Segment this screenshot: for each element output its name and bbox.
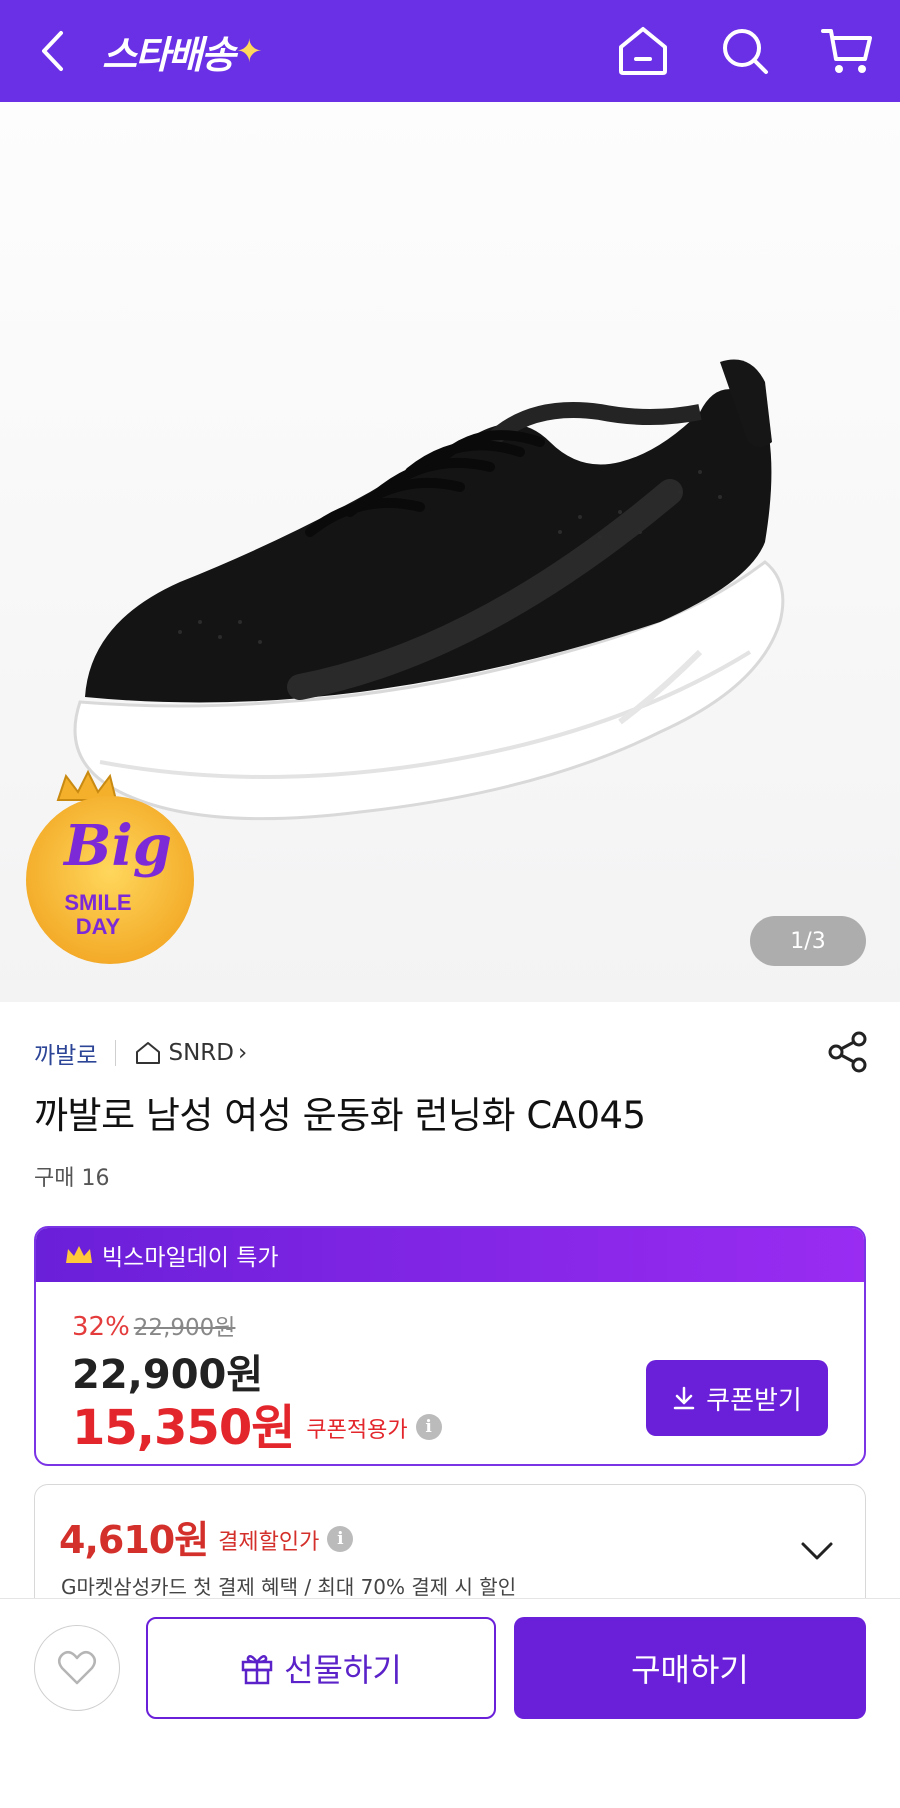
logo-text: 스타배송 [102,32,236,77]
price-box: 빅스마일데이 특가 32% 22,900원 22,900원 15,350원 쿠폰적… [34,1226,866,1466]
card-discount-label: 결제할인가 [218,1529,320,1555]
search-button[interactable] [716,22,774,80]
discount-line: 32% 22,900원 [72,1308,235,1342]
original-price: 22,900원 [133,1315,236,1341]
product-title: 까발로 남성 여성 운동화 런닝화 CA045 [34,1094,646,1137]
store-link[interactable]: SNRD › [134,1040,247,1066]
info-icon[interactable]: i [415,1414,442,1440]
discount-percent: 32% [72,1312,130,1342]
store-name: SNRD [168,1040,234,1066]
event-label: 빅스마일데이 특가 [102,1245,279,1271]
big-smile-day-badge: Big SMILE DAY [26,770,194,964]
chevron-left-icon [42,31,63,71]
cart-icon [821,29,872,73]
get-coupon-label: 쿠폰받기 [706,1385,802,1416]
star-delivery-logo[interactable]: 스타배송 ✦ [102,26,263,77]
share-icon[interactable] [826,1030,870,1074]
coupon-price: 15,350원 [72,1400,295,1456]
gift-icon [241,1654,273,1685]
get-coupon-button[interactable]: 쿠폰받기 [646,1360,828,1436]
card-price-row: 4,610원 결제할인가 i [59,1509,354,1564]
home-icon [619,27,667,75]
crown-icon [66,1246,92,1263]
home-button[interactable] [614,22,672,80]
card-discount-description: G마켓삼성카드 첫 결제 혜택 / 최대 70% 결제 시 할인 [61,1575,517,1599]
badge-big-text: Big [62,813,172,879]
buy-button[interactable]: 구매하기 [514,1617,866,1719]
heart-icon [58,1650,96,1685]
card-discount-box[interactable]: 4,610원 결제할인가 i G마켓삼성카드 첫 결제 혜택 / 최대 70% … [34,1484,866,1614]
top-header: 스타배송 ✦ [0,0,900,102]
badge-day-text: DAY [76,914,121,939]
image-page-indicator: 1/3 [750,916,866,966]
event-header: 빅스마일데이 특가 [36,1228,864,1282]
buy-button-label: 구매하기 [631,1651,749,1689]
product-shoe-image [73,359,785,821]
wishlist-button[interactable] [34,1625,120,1711]
brand-link[interactable]: 까발로 [34,1036,97,1070]
badge-smile-text: SMILE [64,890,131,915]
bottom-action-bar: 선물하기 구매하기 [0,1598,900,1808]
chevron-right-icon: › [237,1040,248,1066]
gift-button-label: 선물하기 [284,1651,402,1689]
purchase-count: 구매 16 [34,1166,110,1191]
seller-row: 까발로 SNRD › [34,1036,247,1070]
store-home-icon [136,1042,161,1064]
divider [115,1040,117,1066]
product-image-carousel[interactable]: Big SMILE DAY 1/3 [0,102,900,1002]
chevron-down-icon[interactable] [795,1529,839,1573]
download-icon [673,1386,695,1410]
info-icon[interactable]: i [327,1525,354,1552]
cart-button[interactable] [818,22,876,80]
gift-button[interactable]: 선물하기 [146,1617,496,1719]
coupon-price-label: 쿠폰적용가 [306,1418,408,1443]
card-discount-price: 4,610원 [59,1518,209,1562]
search-icon [723,29,768,74]
back-button[interactable] [30,24,74,78]
coupon-price-row: 15,350원 쿠폰적용가 i [72,1388,442,1458]
sparkle-icon: ✦ [235,32,263,70]
